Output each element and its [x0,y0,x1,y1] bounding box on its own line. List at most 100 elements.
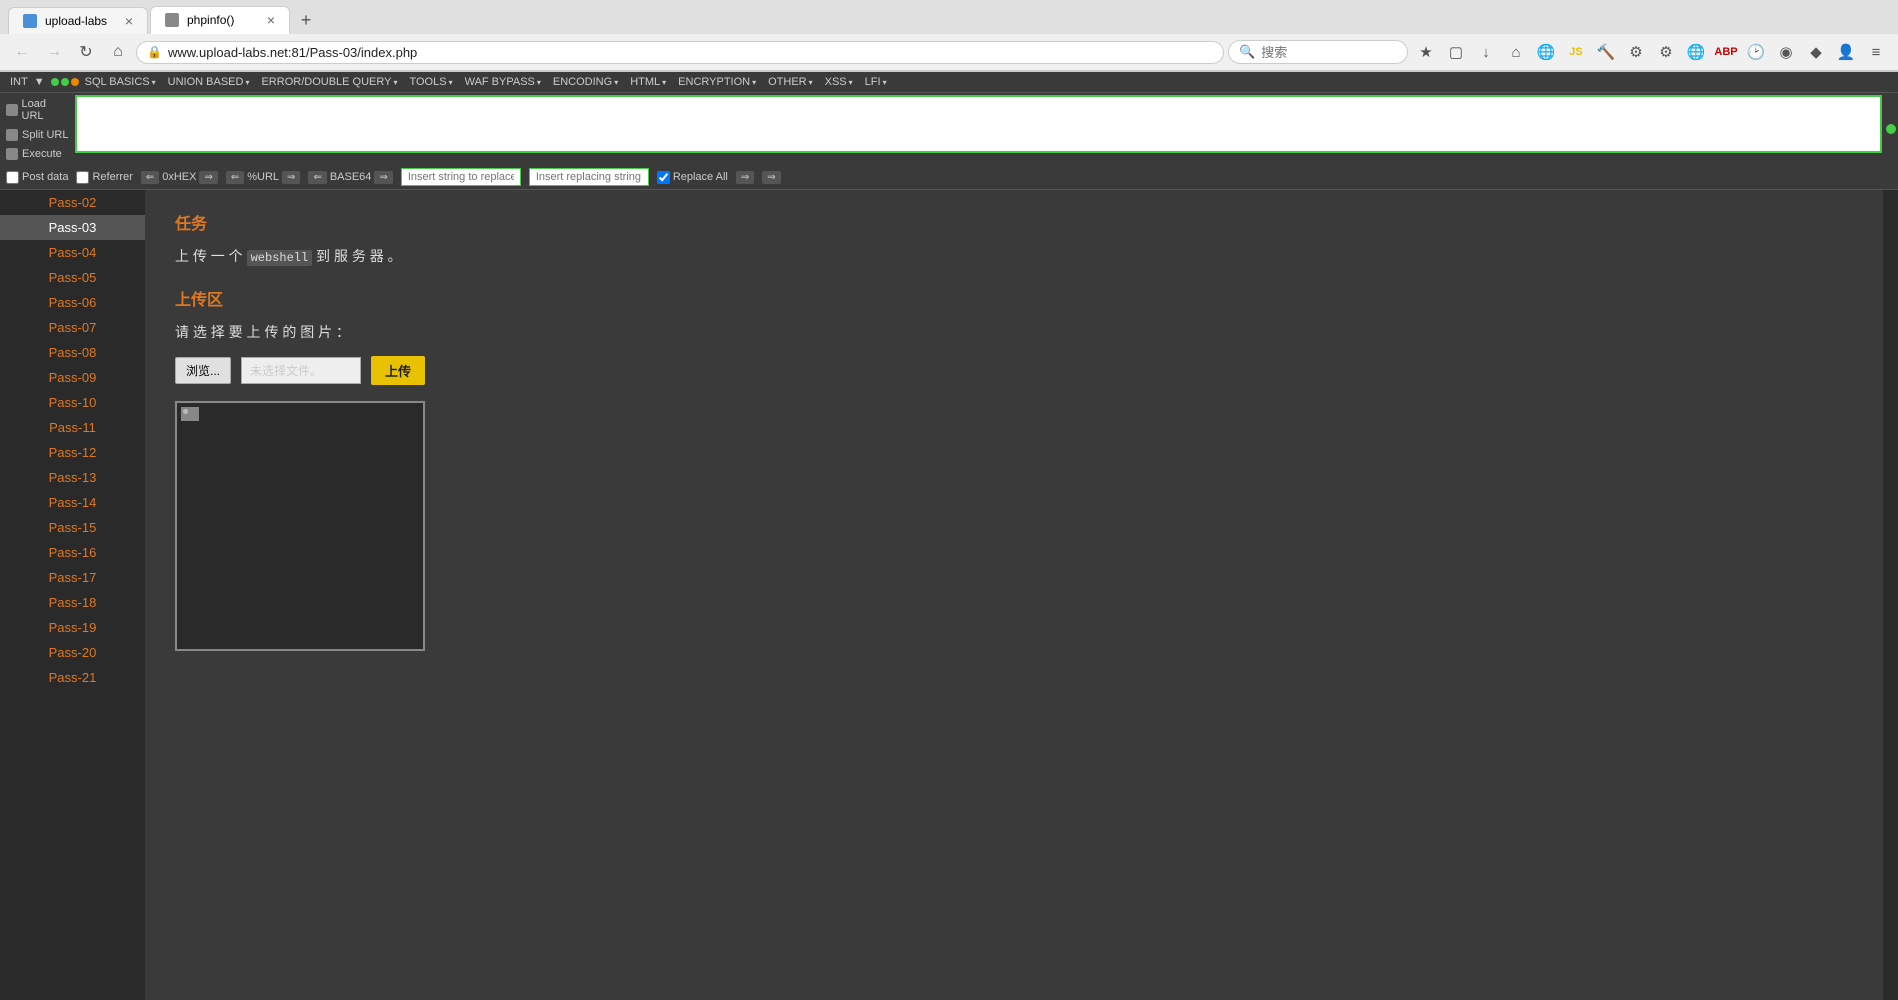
reading-mode-icon[interactable]: ▢ [1442,38,1470,66]
file-name-display: 未选择文件。 [241,357,361,384]
search-input[interactable] [1261,45,1397,60]
sidebar-item-pass02[interactable]: Pass-02 [0,190,145,215]
browser-chrome: upload-labs × phpinfo() × + ← → ↻ ⌂ 🔒 🔍 … [0,0,1898,72]
sidebar-item-pass12[interactable]: Pass-12 [0,440,145,465]
ext1-icon[interactable]: 🔨 [1592,38,1620,66]
main-layout: Pass-02 Pass-03 Pass-04 Pass-05 Pass-06 … [0,190,1898,1000]
waf-bypass-menu[interactable]: WAF BYPASS▾ [459,74,547,90]
split-url-icon [6,129,18,141]
sql-basics-menu[interactable]: SQL BASICS▾ [79,74,162,90]
error-double-query-menu[interactable]: ERROR/DOUBLE QUERY▾ [255,74,403,90]
tab-phpinfo-close[interactable]: × [267,13,275,27]
sidebar-item-pass18[interactable]: Pass-18 [0,590,145,615]
int-label: INT ▼ [4,74,51,90]
html-menu[interactable]: HTML▾ [624,74,672,90]
xss-menu[interactable]: XSS▾ [819,74,859,90]
sidebar-item-pass05[interactable]: Pass-05 [0,265,145,290]
home2-icon[interactable]: ⌂ [1502,38,1530,66]
sidebar-item-pass19[interactable]: Pass-19 [0,615,145,640]
sidebar-item-pass08[interactable]: Pass-08 [0,340,145,365]
download-icon[interactable]: ↓ [1472,38,1500,66]
pentest-url-input[interactable] [75,95,1882,153]
back-button[interactable]: ← [8,38,36,66]
referrer-checkbox[interactable] [76,171,89,184]
post-data-checkbox[interactable] [6,171,19,184]
js-icon[interactable]: JS [1562,38,1590,66]
ext7-icon[interactable]: ◆ [1802,38,1830,66]
oxhex-right-arrow[interactable]: ⇒ [199,171,217,184]
sidebar-item-pass06[interactable]: Pass-06 [0,290,145,315]
sidebar-item-pass14[interactable]: Pass-14 [0,490,145,515]
encryption-menu[interactable]: ENCRYPTION▾ [672,74,762,90]
right-green-dot [1886,124,1896,134]
oxhex-option: ⇐ 0xHEX ⇒ [141,171,218,184]
ext5-icon[interactable]: 🕑 [1742,38,1770,66]
upload-submit-button[interactable]: 上传 [371,356,425,385]
url-left-arrow[interactable]: ⇐ [226,171,244,184]
bookmark-star-icon[interactable]: ★ [1412,38,1440,66]
task-description: 上 传 一 个 webshell 到 服 务 器 。 [175,246,1853,266]
upload-form-row: 浏览... 未选择文件。 上传 [175,356,1853,385]
search-bar: 🔍 [1228,40,1408,64]
forward-button[interactable]: → [40,38,68,66]
replace-all-checkbox[interactable] [657,171,670,184]
sidebar-item-pass07[interactable]: Pass-07 [0,315,145,340]
referrer-option[interactable]: Referrer [76,171,132,184]
load-url-button[interactable]: Load URL [0,95,75,125]
url-right-arrow[interactable]: ⇒ [282,171,300,184]
tab-bar: upload-labs × phpinfo() × + [0,0,1898,34]
new-tab-button[interactable]: + [292,6,320,34]
globe-icon[interactable]: 🌐 [1532,38,1560,66]
ext8-icon[interactable]: 👤 [1832,38,1860,66]
ext3-icon[interactable]: ⚙ [1652,38,1680,66]
reload-button[interactable]: ↻ [72,38,100,66]
sidebar-item-pass16[interactable]: Pass-16 [0,540,145,565]
browse-button[interactable]: 浏览... [175,357,231,384]
encoding-menu[interactable]: ENCODING▾ [547,74,624,90]
webshell-tag: webshell [247,250,313,266]
sidebar-item-pass15[interactable]: Pass-15 [0,515,145,540]
other-menu[interactable]: OTHER▾ [762,74,819,90]
replace-left-arrow[interactable]: ⇒ [736,171,754,184]
split-url-button[interactable]: Split URL [0,126,75,144]
ext2-icon[interactable]: ⚙ [1622,38,1650,66]
sidebar-item-pass03[interactable]: Pass-03 [0,215,145,240]
replace-right-arrow[interactable]: ⇒ [762,171,780,184]
url-bar: 🔒 [136,41,1224,64]
oxhex-left-arrow[interactable]: ⇐ [141,171,159,184]
sidebar-item-pass21[interactable]: Pass-21 [0,665,145,690]
sidebar: Pass-02 Pass-03 Pass-04 Pass-05 Pass-06 … [0,190,145,1000]
base64-left-arrow[interactable]: ⇐ [308,171,326,184]
ext6-icon[interactable]: ◉ [1772,38,1800,66]
post-data-option[interactable]: Post data [6,171,68,184]
replacing-string-input[interactable] [529,168,649,186]
menu-icon[interactable]: ≡ [1862,38,1890,66]
tools-menu[interactable]: TOOLS▾ [403,74,458,90]
sidebar-item-pass13[interactable]: Pass-13 [0,465,145,490]
replace-all-option[interactable]: Replace All [657,171,728,184]
ext4-icon[interactable]: 🌐 [1682,38,1710,66]
sidebar-item-pass11[interactable]: Pass-11 [0,415,145,440]
tab-phpinfo[interactable]: phpinfo() × [150,6,290,34]
sidebar-item-pass10[interactable]: Pass-10 [0,390,145,415]
pentest-url-area: Load URL Split URL Execute [0,93,1898,165]
tab-upload-labs-close[interactable]: × [125,14,133,28]
search-icon: 🔍 [1239,44,1255,60]
upload-labs-favicon [23,14,37,28]
url-input[interactable] [168,45,1213,60]
task-title: 任务 [175,210,1853,234]
lfi-menu[interactable]: LFI▾ [859,74,893,90]
home-button[interactable]: ⌂ [104,38,132,66]
execute-button[interactable]: Execute [0,145,75,163]
sidebar-item-pass17[interactable]: Pass-17 [0,565,145,590]
adblock-icon[interactable]: ABP [1712,38,1740,66]
tab-upload-labs[interactable]: upload-labs × [8,7,148,34]
right-panel [1883,190,1898,1000]
sidebar-item-pass20[interactable]: Pass-20 [0,640,145,665]
union-based-menu[interactable]: UNION BASED▾ [162,74,256,90]
base64-right-arrow[interactable]: ⇒ [374,171,392,184]
tab-phpinfo-title: phpinfo() [187,13,259,27]
replace-string-input[interactable] [401,168,521,186]
sidebar-item-pass04[interactable]: Pass-04 [0,240,145,265]
sidebar-item-pass09[interactable]: Pass-09 [0,365,145,390]
